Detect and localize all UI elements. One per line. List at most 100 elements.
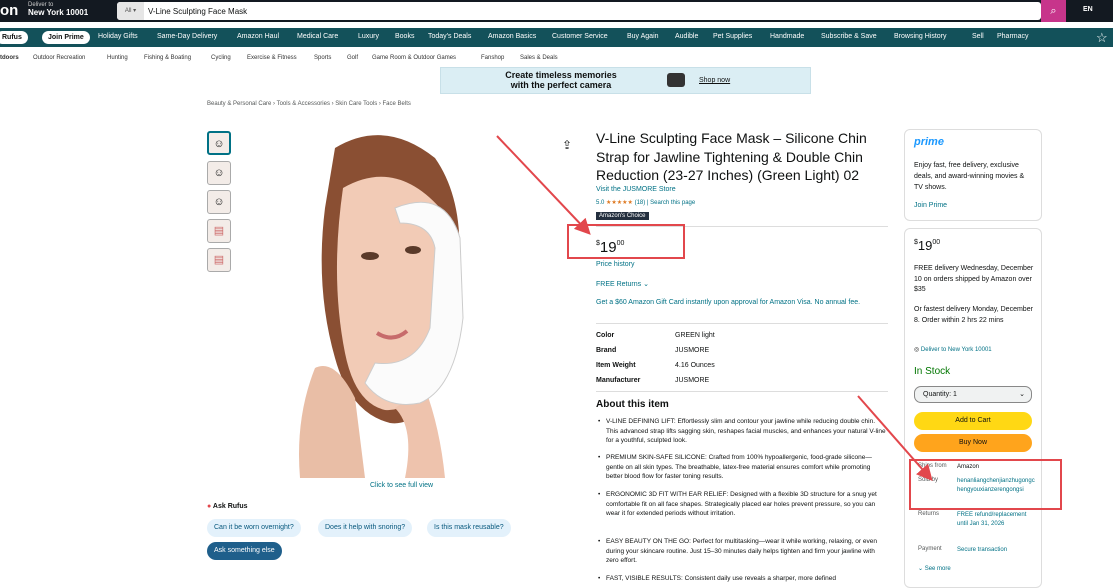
see-more-link[interactable]: ⌄ See more <box>918 565 951 572</box>
spec-label: Brand <box>596 347 617 354</box>
rufus-question-chip[interactable]: Does it help with snoring? <box>318 519 413 537</box>
ask-something-button[interactable]: Ask something else <box>207 542 282 560</box>
ask-rufus-heading: ● Ask Rufus <box>207 503 248 510</box>
nav-item[interactable]: Handmade <box>770 33 804 40</box>
prime-logo: prime <box>914 136 944 148</box>
gift-card-offer[interactable]: Get a $60 Amazon Gift Card instantly upo… <box>596 298 888 308</box>
thumbnail[interactable]: ☺ <box>207 131 231 155</box>
nav-item[interactable]: Books <box>395 33 414 40</box>
product-main-image[interactable] <box>295 128 467 478</box>
shop-now-link[interactable]: Shop now <box>699 77 730 84</box>
nav-item[interactable]: Luxury <box>358 33 379 40</box>
divider <box>596 391 888 392</box>
search-input[interactable] <box>148 2 1028 20</box>
price-highlight-box <box>567 224 685 259</box>
rufus-question-chip[interactable]: Is this mask reusable? <box>427 519 511 537</box>
thumbnail[interactable]: ▤ <box>207 248 231 272</box>
search-page-link[interactable]: Search this page <box>650 200 695 206</box>
camera-icon <box>667 73 685 87</box>
spec-value: 4.16 Ounces <box>675 362 715 369</box>
nav-item[interactable]: Customer Service <box>552 33 608 40</box>
thumbnail[interactable]: ☺ <box>207 190 231 214</box>
amazon-logo[interactable]: on <box>0 2 18 19</box>
nav-item[interactable]: Sell <box>972 33 984 40</box>
breadcrumb[interactable]: Beauty & Personal Care › Tools & Accesso… <box>207 101 411 107</box>
thumbnail[interactable]: ☺ <box>207 161 231 185</box>
returns-label: Returns <box>918 511 940 517</box>
nav-item[interactable]: Audible <box>675 33 698 40</box>
delivery-info: FREE delivery Wednesday, December 10 on … <box>914 265 1034 293</box>
star-icon: ☆ <box>1096 30 1108 45</box>
deliver-location: New York 10001 <box>28 8 89 17</box>
seller-highlight-box <box>909 459 1062 510</box>
click-full-view[interactable]: Click to see full view <box>370 482 433 489</box>
promo-banner[interactable]: Create timeless memories with the perfect… <box>440 67 811 94</box>
top-header: on Deliver to New York 10001 All ▾ ⌕ EN <box>0 0 1113 22</box>
banner-text: Create timeless memories with the perfect… <box>505 70 617 90</box>
nav-item[interactable]: Holiday Gifts <box>98 33 138 40</box>
subnav-item[interactable]: Fanshop <box>481 55 504 61</box>
nav-item[interactable]: Amazon Basics <box>488 33 536 40</box>
share-icon[interactable]: ⇪ <box>562 138 572 152</box>
nav-item[interactable]: Amazon Haul <box>237 33 279 40</box>
search-category-select[interactable]: All ▾ <box>117 2 144 20</box>
diagram-thumbnail-icon: ▤ <box>213 254 225 266</box>
chevron-down-icon: ⌄ <box>1019 391 1025 398</box>
nav-item[interactable]: Today's Deals <box>428 33 471 40</box>
nav-item[interactable]: Browsing History <box>894 33 947 40</box>
main-nav: Rufus Join Prime Holiday Gifts Same-Day … <box>0 28 1113 47</box>
rufus-question-chip[interactable]: Can it be worn overnight? <box>207 519 301 537</box>
rufus-icon: ● <box>207 503 212 510</box>
rufus-button[interactable]: Rufus <box>0 31 28 44</box>
buy-now-button[interactable]: Buy Now <box>914 434 1032 452</box>
deliver-to[interactable]: Deliver to New York 10001 <box>28 1 88 17</box>
subnav-item[interactable]: Sales & Deals <box>520 55 558 61</box>
review-count[interactable]: (18) <box>635 200 646 206</box>
nav-item[interactable]: Same-Day Delivery <box>157 33 217 40</box>
subnav-item[interactable]: Outdoor Recreation <box>33 55 85 61</box>
star-rating-icon[interactable]: ★★★★★ <box>606 200 633 206</box>
join-prime-link[interactable]: Join Prime <box>914 202 947 209</box>
deliver-to-link[interactable]: ◎ Deliver to New York 10001 <box>914 346 992 353</box>
price-history-link[interactable]: Price history <box>596 261 635 268</box>
face-thumbnail-icon: ☺ <box>213 167 225 179</box>
subnav-item[interactable]: Sports <box>314 55 331 61</box>
nav-item[interactable]: Medical Care <box>297 33 338 40</box>
subnav-item[interactable]: Cycling <box>211 55 231 61</box>
subnav-item[interactable]: tdoors <box>0 55 19 61</box>
search-bar: All ▾ <box>117 2 1041 20</box>
chevron-down-icon: ⌄ <box>918 566 924 572</box>
about-bullet: EASY BEAUTY ON THE GO: Perfect for multi… <box>598 537 886 566</box>
about-bullet: FAST, VISIBLE RESULTS: Consistent daily … <box>598 574 886 584</box>
sub-nav: tdoors Outdoor Recreation Hunting Fishin… <box>0 52 1113 65</box>
prime-description: Enjoy fast, free delivery, exclusive dea… <box>914 162 1025 191</box>
language-selector[interactable]: EN <box>1083 6 1093 13</box>
returns-link[interactable]: FREE refund/replacement until Jan 31, 20… <box>957 511 1035 528</box>
free-returns-link[interactable]: FREE Returns ⌄ <box>596 280 649 288</box>
diagram-thumbnail-icon: ▤ <box>213 225 225 237</box>
product-title: V-Line Sculpting Face Mask – Silicone Ch… <box>596 130 867 183</box>
nav-item[interactable]: Subscribe & Save <box>821 33 877 40</box>
face-thumbnail-icon: ☺ <box>213 138 225 150</box>
subnav-item[interactable]: Exercise & Fitness <box>247 55 297 61</box>
subnav-item[interactable]: Fishing & Boating <box>144 55 191 61</box>
store-link[interactable]: Visit the JUSMORE Store <box>596 186 676 193</box>
nav-item[interactable]: Pet Supplies <box>713 33 752 40</box>
spec-value: JUSMORE <box>675 347 710 354</box>
subnav-item[interactable]: Golf <box>347 55 358 61</box>
buybox-price: $1900 <box>914 238 941 253</box>
spec-value: JUSMORE <box>675 377 710 384</box>
thumbnail[interactable]: ▤ <box>207 219 231 243</box>
join-prime-button[interactable]: Join Prime <box>42 31 90 44</box>
subnav-item[interactable]: Game Room & Outdoor Games <box>372 55 456 61</box>
search-button[interactable]: ⌕ <box>1041 0 1066 22</box>
amazons-choice-badge: Amazon's Choice <box>596 212 649 220</box>
quantity-select[interactable]: Quantity: 1 ⌄ <box>914 386 1032 403</box>
subnav-item[interactable]: Hunting <box>107 55 128 61</box>
add-to-cart-button[interactable]: Add to Cart <box>914 412 1032 430</box>
nav-item[interactable]: Pharmacy <box>997 33 1029 40</box>
stock-status: In Stock <box>914 366 951 377</box>
divider <box>596 323 888 324</box>
nav-item[interactable]: Buy Again <box>627 33 659 40</box>
payment-link[interactable]: Secure transaction <box>957 546 1035 555</box>
